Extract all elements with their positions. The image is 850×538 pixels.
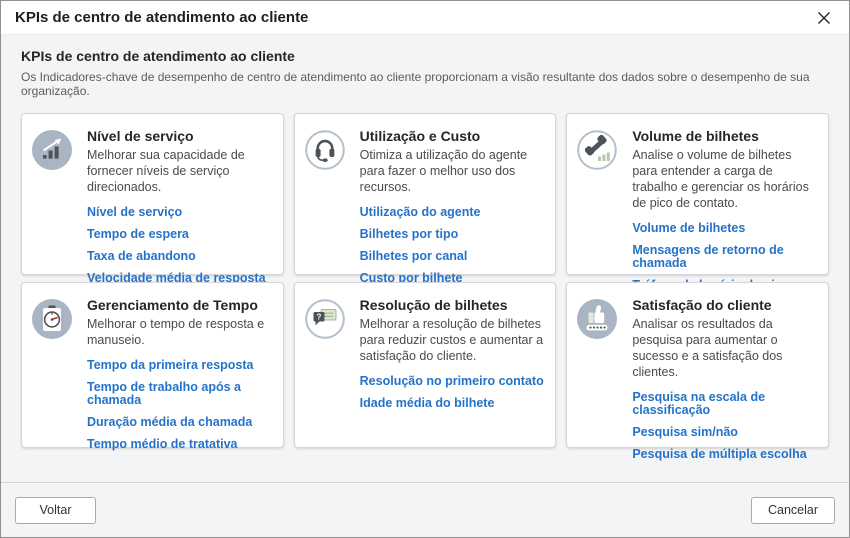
kpi-link[interactable]: Tempo da primeira resposta [87,359,254,372]
kpi-card: Utilização e Custo Otimiza a utilização … [294,113,557,275]
thumbs-up-icon [577,299,617,339]
stopwatch-icon [32,299,72,339]
kpi-card-description: Melhorar o tempo de resposta e manuseio. [87,316,273,348]
kpi-link[interactable]: Pesquisa sim/não [632,426,738,439]
kpi-link[interactable]: Tempo de espera [87,228,189,241]
kpi-card: Volume de bilhetes Analise o volume de b… [566,113,829,275]
kpi-link[interactable]: Mensagens de retorno de chamada [632,244,818,270]
kpi-card-links: Tempo da primeira resposta Tempo de traba… [87,359,273,460]
kpi-card-title: Volume de bilhetes [632,128,818,144]
kpi-card: Satisfação do cliente Analisar os result… [566,282,829,448]
kpi-link[interactable]: Duração média da chamada [87,416,252,429]
kpi-card: ? Resolução de bilhetes Melhorar a resol… [294,282,557,448]
dialog-titlebar: KPIs de centro de atendimento ao cliente [1,1,849,35]
headset-icon [305,130,345,170]
kpi-card: Nível de serviço Melhorar sua capacidade… [21,113,284,275]
kpi-link[interactable]: Nível de serviço [87,206,182,219]
kpi-card-description: Melhorar sua capacidade de fornecer níve… [87,147,273,195]
kpi-card-links: Pesquisa na escala de classificação Pesqu… [632,391,818,470]
kpi-link[interactable]: Bilhetes por tipo [360,228,459,241]
kpi-card-title: Resolução de bilhetes [360,297,546,313]
dialog-footer: Voltar Cancelar [1,482,849,537]
kpi-link[interactable]: Tempo médio de tratativa [87,438,238,451]
kpi-link[interactable]: Bilhetes por canal [360,250,468,263]
kpi-link[interactable]: Volume de bilhetes [632,222,745,235]
kpi-card-description: Melhorar a resolução de bilhetes para re… [360,316,546,364]
trending-chart-icon [32,130,72,170]
dialog-title: KPIs de centro de atendimento ao cliente [15,9,811,26]
kpi-card-links: Utilização do agente Bilhetes por tipo Bil… [360,206,546,294]
kpi-card-title: Gerenciamento de Tempo [87,297,273,313]
phone-volume-icon [577,130,617,170]
close-icon[interactable] [811,5,837,31]
kpi-dialog: KPIs de centro de atendimento ao cliente… [0,0,850,538]
kpi-card-description: Otimiza a utilização do agente para faze… [360,147,546,195]
dialog-content: KPIs de centro de atendimento ao cliente… [1,35,849,482]
kpi-cards-grid: Nível de serviço Melhorar sua capacidade… [21,113,829,448]
kpi-card: Gerenciamento de Tempo Melhorar o tempo … [21,282,284,448]
svg-text:?: ? [316,313,321,322]
kpi-link[interactable]: Resolução no primeiro contato [360,375,544,388]
kpi-link[interactable]: Tempo de trabalho após a chamada [87,381,273,407]
page-title: KPIs de centro de atendimento ao cliente [21,48,829,64]
kpi-card-links: Nível de serviço Tempo de espera Taxa de a… [87,206,273,294]
kpi-card-links: Resolução no primeiro contato Idade média… [360,375,546,419]
kpi-card-title: Satisfação do cliente [632,297,818,313]
chat-question-icon: ? [305,299,345,339]
kpi-card-description: Analisar os resultados da pesquisa para … [632,316,818,380]
kpi-link[interactable]: Pesquisa na escala de classificação [632,391,818,417]
kpi-card-description: Analise o volume de bilhetes para entend… [632,147,818,211]
back-button[interactable]: Voltar [15,497,96,524]
kpi-link[interactable]: Taxa de abandono [87,250,196,263]
page-subtitle: Os Indicadores-chave de desempenho de ce… [21,70,829,98]
kpi-card-title: Nível de serviço [87,128,273,144]
kpi-link[interactable]: Utilização do agente [360,206,481,219]
cancel-button[interactable]: Cancelar [751,497,835,524]
kpi-link[interactable]: Idade média do bilhete [360,397,495,410]
kpi-link[interactable]: Pesquisa de múltipla escolha [632,448,806,461]
kpi-card-title: Utilização e Custo [360,128,546,144]
